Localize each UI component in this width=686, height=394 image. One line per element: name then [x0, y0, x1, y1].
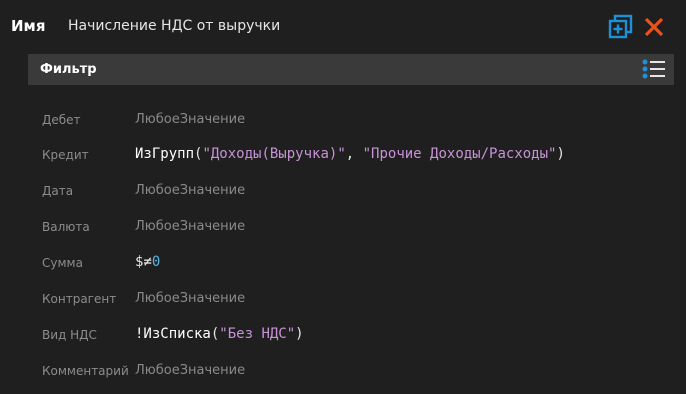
- name-label: Имя: [11, 17, 46, 35]
- expr-string: "Без НДС": [219, 326, 296, 342]
- filter-row-currency: Валюта ЛюбоеЗначение: [0, 208, 686, 244]
- filter-row-date: Дата ЛюбоеЗначение: [0, 172, 686, 208]
- filter-title: Фильтр: [40, 62, 97, 77]
- filter-row-amount: Сумма $≠0: [0, 244, 686, 280]
- row-label: Контрагент: [42, 292, 117, 306]
- row-value-expression[interactable]: !ИзСписка("Без НДС"): [135, 326, 304, 342]
- row-value[interactable]: ЛюбоеЗначение: [135, 363, 245, 378]
- row-label: Валюта: [42, 220, 90, 234]
- row-value[interactable]: ЛюбоеЗначение: [135, 291, 245, 306]
- filter-row-credit: Кредит ИзГрупп("Доходы(Выручка)", "Прочи…: [0, 136, 686, 172]
- filter-bar: Фильтр: [28, 54, 674, 85]
- filter-row-comment: Комментарий ЛюбоеЗначение: [0, 352, 686, 388]
- name-value[interactable]: Начисление НДС от выручки: [68, 18, 280, 34]
- list-menu-icon[interactable]: [642, 59, 666, 79]
- expr-function: ИзГрупп: [135, 146, 195, 162]
- expr-separator: ,: [345, 146, 363, 162]
- row-value-expression[interactable]: ИзГрупп("Доходы(Выручка)", "Прочие Доход…: [135, 146, 565, 162]
- copy-add-icon[interactable]: [608, 14, 634, 40]
- expr-paren-close: ): [295, 326, 304, 342]
- filter-row-debit: Дебет ЛюбоеЗначение: [0, 101, 686, 137]
- row-label: Сумма: [42, 256, 83, 270]
- row-value[interactable]: ЛюбоеЗначение: [135, 183, 245, 198]
- row-label: Дебет: [42, 113, 81, 127]
- filter-row-vat-type: Вид НДС !ИзСписка("Без НДС"): [0, 316, 686, 352]
- expr-paren-close: ): [556, 146, 565, 162]
- row-label: Дата: [42, 184, 74, 198]
- filter-row-counterparty: Контрагент ЛюбоеЗначение: [0, 280, 686, 316]
- row-value-expression[interactable]: $≠0: [135, 254, 160, 270]
- row-value[interactable]: ЛюбоеЗначение: [135, 112, 245, 127]
- expr-operator: ≠: [143, 254, 152, 270]
- row-label: Вид НДС: [42, 328, 97, 342]
- close-icon[interactable]: [642, 15, 666, 39]
- expr-string: "Доходы(Выручка)": [202, 146, 346, 162]
- row-value[interactable]: ЛюбоеЗначение: [135, 219, 245, 234]
- expr-number: 0: [151, 254, 161, 270]
- expr-string: "Прочие Доходы/Расходы": [362, 146, 557, 162]
- row-label: Кредит: [42, 148, 89, 162]
- expr-function: !ИзСписка: [135, 326, 211, 342]
- row-label: Комментарий: [42, 364, 129, 378]
- header: Имя Начисление НДС от выручки: [0, 0, 686, 52]
